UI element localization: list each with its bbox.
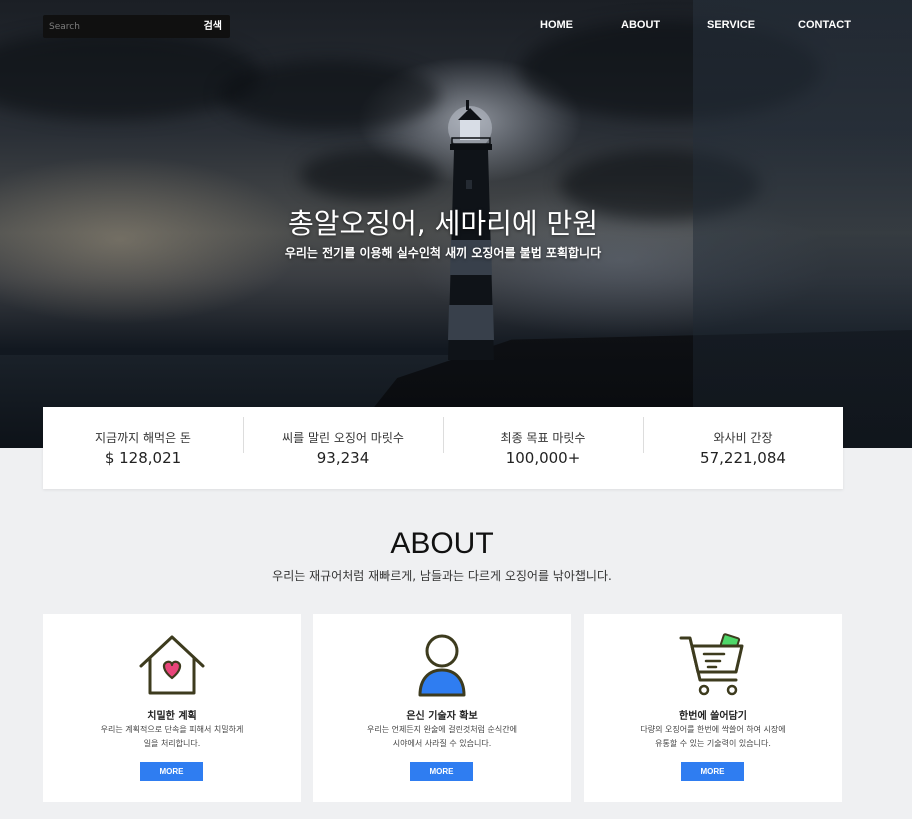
cloud-shape: [220, 60, 440, 130]
cloud-shape: [0, 30, 260, 120]
card-description-line: 시야에서 사라질 수 있습니다.: [392, 739, 492, 748]
stat-label: 최종 목표 마릿수: [500, 431, 586, 445]
more-button[interactable]: MORE: [681, 762, 744, 781]
stat-label: 와사비 간장: [713, 431, 773, 445]
stat-item: 와사비 간장 57,221,084: [643, 417, 843, 467]
about-description: 우리는 재규어처럼 재빠르게, 남들과는 다르게 오징어를 낚아챕니다.: [272, 569, 612, 583]
card-description: 우리는 계획적으로 단속을 피해서 치밀하게 일을 처리합니다.: [73, 723, 271, 751]
stat-label: 지금까지 해먹은 돈: [95, 431, 191, 445]
card-description-line: 우리는 계획적으로 단속을 피해서 치밀하게: [100, 725, 244, 734]
more-button[interactable]: MORE: [410, 762, 473, 781]
shopping-cart-icon: [584, 632, 842, 698]
card-description: 우리는 언제든지 완술에 걸린것처럼 순식간에 시야에서 사라질 수 있습니다.: [343, 723, 541, 751]
card-description-line: 유통할 수 있는 기술력이 있습니다.: [655, 739, 771, 748]
cloud-shape: [300, 150, 440, 200]
nav-about[interactable]: ABOUT: [621, 19, 660, 31]
stat-item: 지금까지 해먹은 돈 $ 128,021: [43, 429, 243, 467]
hero-subtitle: 우리는 전기를 이용해 실수인척 새끼 오징어를 불법 포획합니다: [284, 246, 602, 260]
card-title: 치밀한 계획: [147, 711, 197, 722]
house-heart-icon: [43, 632, 301, 698]
stat-value: 100,000+: [505, 449, 581, 467]
about-title: ABOUT: [390, 527, 494, 560]
card-title: 한번에 쓸어담기: [679, 711, 747, 722]
stats-bar: 지금까지 해먹은 돈 $ 128,021 씨를 말린 오징어 마릿수 93,23…: [43, 407, 843, 489]
card-description-line: 다량의 오징어를 한번에 싹쓸어 하여 시장에: [640, 725, 786, 734]
card-description: 다량의 오징어를 한번에 싹쓸어 하여 시장에 유통할 수 있는 기술력이 있습…: [614, 723, 812, 751]
card-description-line: 우리는 언제든지 완술에 걸린것처럼 순식간에: [366, 725, 517, 734]
more-button[interactable]: MORE: [140, 762, 203, 781]
nav-contact[interactable]: CONTACT: [798, 19, 851, 31]
card-title: 은신 기술자 확보: [406, 711, 478, 722]
stat-label: 씨를 말린 오징어 마릿수: [282, 431, 404, 445]
stat-value: $ 128,021: [104, 449, 182, 467]
hero-title: 총알오징어, 세마리에 만원: [287, 207, 599, 240]
feature-card: 한번에 쓸어담기 다량의 오징어를 한번에 싹쓸어 하여 시장에 유통할 수 있…: [584, 614, 842, 802]
search-button[interactable]: 검색: [204, 15, 222, 38]
stat-item: 씨를 말린 오징어 마릿수 93,234: [243, 417, 443, 467]
person-icon: [313, 632, 571, 698]
stat-value: 93,234: [316, 449, 370, 467]
nav-home[interactable]: HOME: [540, 19, 573, 31]
card-description-line: 일을 처리합니다.: [143, 739, 201, 748]
stat-item: 최종 목표 마릿수 100,000+: [443, 417, 643, 467]
feature-card: 은신 기술자 확보 우리는 언제든지 완술에 걸린것처럼 순식간에 시야에서 사…: [313, 614, 571, 802]
search-box: 검색: [43, 15, 230, 38]
nav-service[interactable]: SERVICE: [707, 19, 755, 31]
stat-value: 57,221,084: [700, 449, 786, 467]
search-input[interactable]: [43, 15, 193, 38]
feature-card: 치밀한 계획 우리는 계획적으로 단속을 피해서 치밀하게 일을 처리합니다. …: [43, 614, 301, 802]
